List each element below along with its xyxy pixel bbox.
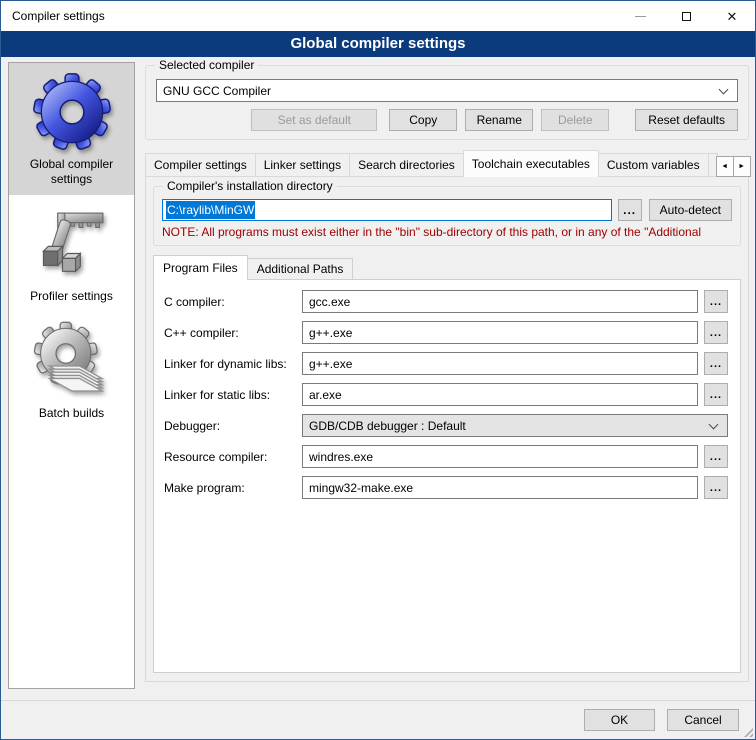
dynamic-linker-label: Linker for dynamic libs:: [164, 357, 296, 371]
static-linker-input[interactable]: [302, 383, 698, 406]
dynamic-linker-browse-button[interactable]: ...: [704, 352, 728, 375]
toolchain-subtabs: Program Files Additional Paths: [153, 255, 741, 280]
field-row: C compiler: ...: [164, 290, 728, 313]
close-icon: ✕: [727, 10, 738, 23]
arrow-right-icon: ►: [738, 163, 745, 170]
static-linker-label: Linker for static libs:: [164, 388, 296, 402]
rename-button[interactable]: Rename: [465, 109, 533, 131]
tab-scroll-left-button[interactable]: ◄: [716, 156, 734, 177]
chevron-down-icon: [709, 420, 719, 430]
settings-category-sidebar: Global compiler settings: [8, 62, 135, 689]
settings-tabstrip: Compiler settings Linker settings Search…: [145, 150, 749, 177]
close-button[interactable]: ✕: [709, 1, 755, 31]
make-program-input[interactable]: [302, 476, 698, 499]
field-row: Resource compiler: ...: [164, 445, 728, 468]
compiler-select-value: GNU GCC Compiler: [163, 84, 271, 98]
sidebar-item-global-compiler-settings[interactable]: Global compiler settings: [9, 63, 134, 195]
sidebar-item-label: Profiler settings: [12, 286, 131, 304]
selected-compiler-group-label: Selected compiler: [155, 58, 258, 73]
c-compiler-input[interactable]: [302, 290, 698, 313]
title-bar: Compiler settings ✕: [1, 1, 755, 31]
resize-grip[interactable]: [744, 728, 753, 737]
sidebar-item-label: Global compiler settings: [12, 154, 131, 187]
delete-button[interactable]: Delete: [541, 109, 609, 131]
window-title: Compiler settings: [1, 9, 105, 23]
tab-linker-settings[interactable]: Linker settings: [255, 153, 350, 177]
installation-directory-group-label: Compiler's installation directory: [163, 179, 337, 194]
compiler-select[interactable]: GNU GCC Compiler: [156, 79, 738, 102]
dialog-content: Global compiler settings: [1, 57, 755, 700]
field-row: Linker for dynamic libs: ...: [164, 352, 728, 375]
field-row: Linker for static libs: ...: [164, 383, 728, 406]
main-panel: Selected compiler GNU GCC Compiler Set a…: [145, 62, 749, 682]
chevron-down-icon: [719, 85, 729, 95]
tab-toolchain-executables[interactable]: Toolchain executables: [463, 150, 599, 177]
maximize-icon: [682, 12, 691, 21]
field-row: Make program: ...: [164, 476, 728, 499]
selected-compiler-group: Selected compiler GNU GCC Compiler Set a…: [145, 65, 749, 140]
field-row: Debugger: GDB/CDB debugger : Default: [164, 414, 728, 437]
browse-dir-button[interactable]: ...: [618, 199, 642, 221]
installation-dir-input[interactable]: C:\raylib\MinGW: [162, 199, 612, 221]
dialog-footer: OK Cancel: [1, 700, 755, 739]
set-as-default-button[interactable]: Set as default: [251, 109, 377, 131]
compiler-settings-dialog: Compiler settings ✕ Global compiler sett…: [0, 0, 756, 740]
tab-custom-variables[interactable]: Custom variables: [598, 153, 709, 177]
make-program-label: Make program:: [164, 481, 296, 495]
auto-detect-button[interactable]: Auto-detect: [649, 199, 732, 221]
installation-dir-value: C:\raylib\MinGW: [166, 201, 255, 219]
minimize-button[interactable]: [617, 1, 663, 31]
cpp-compiler-input[interactable]: [302, 321, 698, 344]
window-controls: ✕: [617, 1, 755, 31]
field-row: C++ compiler: ...: [164, 321, 728, 344]
subtab-program-files[interactable]: Program Files: [153, 255, 248, 280]
bin-subdirectory-note: NOTE: All programs must exist either in …: [162, 225, 732, 240]
caliper-icon: [34, 206, 110, 282]
cpp-compiler-browse-button[interactable]: ...: [704, 321, 728, 344]
resource-compiler-label: Resource compiler:: [164, 450, 296, 464]
resource-compiler-input[interactable]: [302, 445, 698, 468]
arrow-left-icon: ◄: [721, 163, 728, 170]
sidebar-item-batch-builds[interactable]: Batch builds: [9, 312, 134, 429]
gear-stack-icon: [32, 321, 112, 401]
make-program-browse-button[interactable]: ...: [704, 476, 728, 499]
cancel-button[interactable]: Cancel: [667, 709, 739, 731]
gear-icon: [32, 72, 112, 152]
subtab-additional-paths[interactable]: Additional Paths: [247, 258, 354, 280]
installation-directory-group: Compiler's installation directory C:\ray…: [153, 186, 741, 246]
program-files-panel: C compiler: ... C++ compiler: ... Linker…: [153, 279, 741, 673]
minimize-icon: [635, 16, 646, 17]
sidebar-item-profiler-settings[interactable]: Profiler settings: [9, 195, 134, 312]
sidebar-item-label: Batch builds: [12, 403, 131, 421]
tab-scroll-right-button[interactable]: ►: [733, 156, 751, 177]
dynamic-linker-input[interactable]: [302, 352, 698, 375]
debugger-label: Debugger:: [164, 419, 296, 433]
page-title: Global compiler settings: [1, 31, 755, 57]
compiler-buttons-row: Set as default Copy Rename Delete Reset …: [156, 109, 738, 131]
c-compiler-browse-button[interactable]: ...: [704, 290, 728, 313]
reset-defaults-button[interactable]: Reset defaults: [635, 109, 738, 131]
copy-button[interactable]: Copy: [389, 109, 457, 131]
c-compiler-label: C compiler:: [164, 295, 296, 309]
toolchain-executables-panel: Compiler's installation directory C:\ray…: [145, 176, 749, 682]
tab-compiler-settings[interactable]: Compiler settings: [145, 153, 256, 177]
maximize-button[interactable]: [663, 1, 709, 31]
tab-scroll-buttons: ◄ ►: [717, 156, 751, 177]
debugger-select[interactable]: GDB/CDB debugger : Default: [302, 414, 728, 437]
cpp-compiler-label: C++ compiler:: [164, 326, 296, 340]
ok-button[interactable]: OK: [584, 709, 655, 731]
tab-search-directories[interactable]: Search directories: [349, 153, 464, 177]
static-linker-browse-button[interactable]: ...: [704, 383, 728, 406]
debugger-select-value: GDB/CDB debugger : Default: [309, 419, 466, 433]
resource-compiler-browse-button[interactable]: ...: [704, 445, 728, 468]
